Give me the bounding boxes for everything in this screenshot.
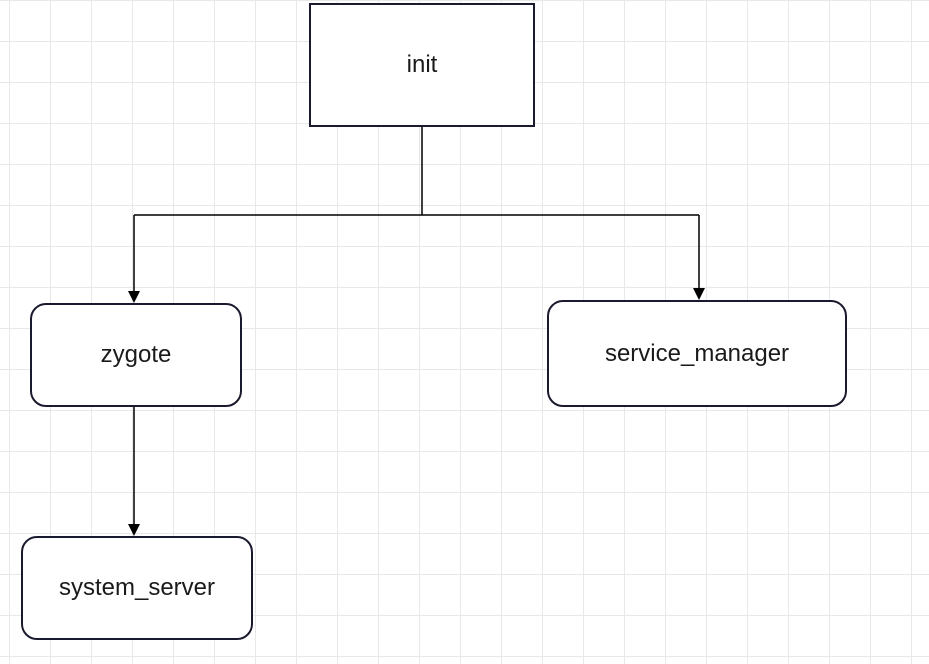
node-init-label: init [407,51,438,79]
node-service-manager-label: service_manager [605,340,789,368]
node-zygote-label: zygote [101,341,172,369]
node-system-server: system_server [21,536,253,640]
node-service-manager: service_manager [547,300,847,407]
node-init: init [309,3,535,127]
node-zygote: zygote [30,303,242,407]
node-system-server-label: system_server [59,574,215,602]
